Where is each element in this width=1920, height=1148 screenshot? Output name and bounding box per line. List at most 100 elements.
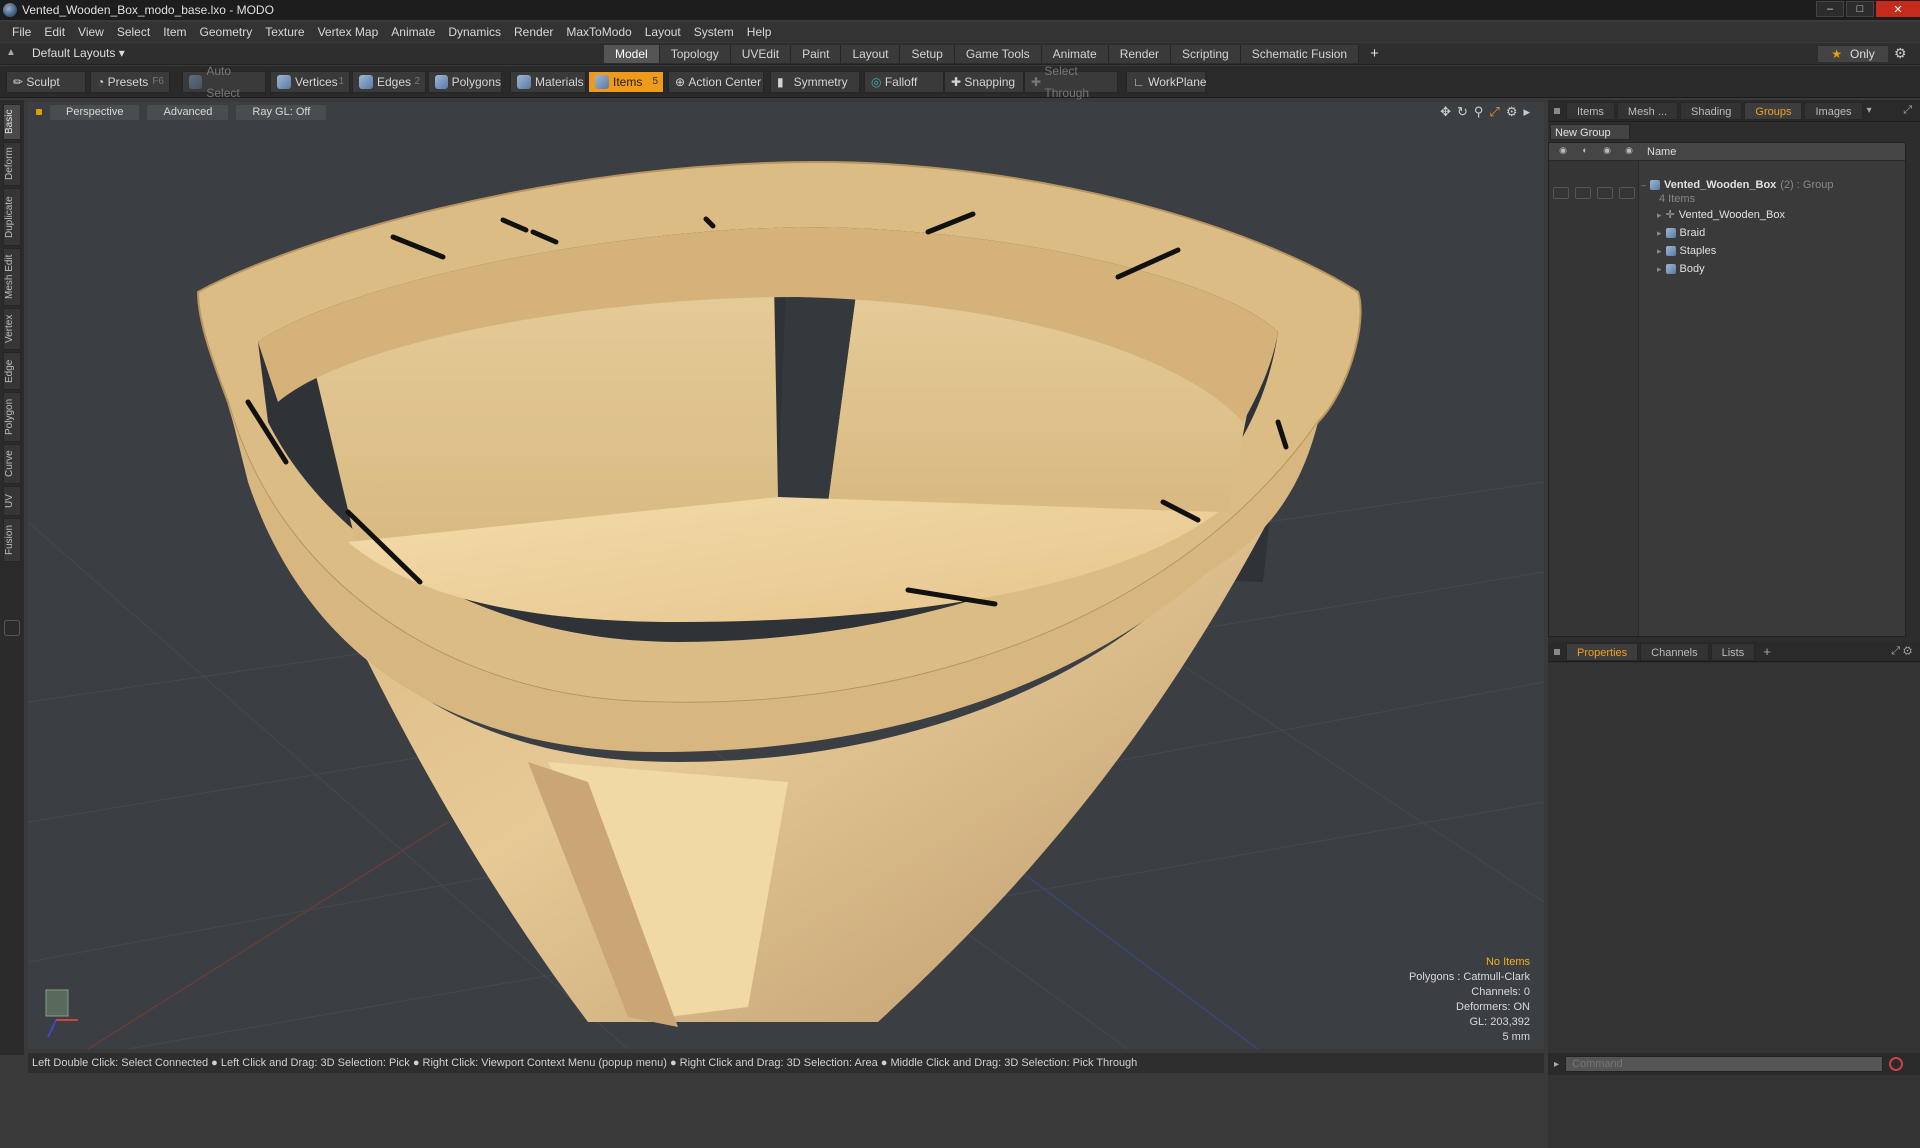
menu-help[interactable]: Help — [747, 25, 772, 39]
only-button[interactable]: ★ Only — [1818, 46, 1888, 62]
tab-paint[interactable]: Paint — [791, 45, 842, 63]
chevron-down-icon[interactable]: ▾ — [1867, 105, 1872, 116]
items-button[interactable]: Items 5 — [588, 71, 664, 93]
3d-viewport[interactable]: Perspective Advanced Ray GL: Off ✥ ↻ ⚲ ⤢… — [28, 102, 1544, 1049]
symmetry-button[interactable]: ▮ Symmetry — [770, 71, 860, 93]
pan-icon[interactable]: ✥ — [1440, 104, 1451, 120]
raygl-button[interactable]: Ray GL: Off — [236, 104, 327, 120]
menu-maxtomodo[interactable]: MaxToModo — [566, 25, 631, 39]
eye-icon[interactable] — [1553, 187, 1569, 199]
minimize-button[interactable]: – — [1816, 1, 1844, 17]
add-tab-button[interactable]: + — [1359, 45, 1390, 63]
collapse-icon[interactable]: – — [1641, 177, 1646, 193]
visibility-column-icon[interactable]: ◉ — [1553, 145, 1573, 159]
add-tab-button[interactable]: + — [1763, 644, 1771, 659]
render-column-icon[interactable]: ◐ — [1575, 145, 1595, 159]
tab-render[interactable]: Render — [1108, 45, 1172, 63]
expand-icon[interactable]: ⤢ ⚙ — [1891, 645, 1912, 658]
gear-icon[interactable]: ⚙ — [1894, 45, 1907, 62]
new-group-button[interactable]: New Group — [1550, 124, 1630, 140]
select-toggle-icon[interactable] — [1619, 187, 1635, 199]
sculpt-button[interactable]: ✏ Sculpt — [6, 71, 86, 93]
left-tab-edge[interactable]: Edge — [3, 352, 21, 390]
tab-shading[interactable]: Shading — [1680, 101, 1743, 120]
view-mode-button[interactable]: Perspective — [50, 104, 140, 120]
layout-toggle-icon[interactable]: ▲ — [6, 47, 18, 59]
menu-render[interactable]: Render — [514, 25, 553, 39]
tab-schematic-fusion[interactable]: Schematic Fusion — [1240, 45, 1360, 63]
play-icon[interactable]: ▸ — [1523, 104, 1530, 120]
left-tab-vertex[interactable]: Vertex — [3, 308, 21, 350]
vertices-button[interactable]: Vertices 1 — [270, 71, 350, 93]
tab-channels[interactable]: Channels — [1640, 642, 1709, 661]
viewport-scene[interactable] — [28, 102, 1544, 1049]
left-tab-mesh-edit[interactable]: Mesh Edit — [3, 248, 21, 306]
vented-wooden-box-model[interactable] — [196, 160, 1362, 1027]
lock-column-icon[interactable]: ◉ — [1597, 145, 1617, 159]
name-column-header[interactable]: Name — [1647, 146, 1676, 158]
tab-lists[interactable]: Lists — [1710, 642, 1756, 661]
rotate-icon[interactable]: ↻ — [1457, 104, 1468, 120]
maximize-button[interactable]: □ — [1846, 1, 1874, 17]
tab-images[interactable]: Images — [1804, 101, 1863, 120]
menu-animate[interactable]: Animate — [391, 25, 435, 39]
layout-selector[interactable]: ▲ Default Layouts ▾ — [6, 46, 125, 60]
polygons-button[interactable]: Polygons — [428, 71, 502, 93]
close-button[interactable]: ✕ — [1876, 1, 1920, 17]
materials-button[interactable]: Materials — [510, 71, 586, 93]
fit-view-icon[interactable]: ⤢ — [1489, 104, 1499, 120]
menu-texture[interactable]: Texture — [265, 25, 304, 39]
snapping-button[interactable]: ✚ Snapping — [944, 71, 1024, 93]
menu-dynamics[interactable]: Dynamics — [448, 25, 501, 39]
tab-setup[interactable]: Setup — [900, 45, 955, 63]
left-tab-polygon[interactable]: Polygon — [3, 392, 21, 442]
auto-select-button[interactable]: Auto Select — [182, 64, 266, 100]
tab-groups[interactable]: Groups — [1744, 101, 1803, 120]
panel-menu-dot[interactable] — [1554, 648, 1560, 655]
presets-button[interactable]: ◔ Presets F6 — [90, 71, 170, 93]
menu-vertex-map[interactable]: Vertex Map — [318, 25, 379, 39]
render-toggle-icon[interactable] — [1575, 187, 1591, 199]
left-tab-basic[interactable]: Basic — [3, 104, 21, 140]
tab-properties[interactable]: Properties — [1566, 642, 1639, 661]
menu-edit[interactable]: Edit — [44, 25, 65, 39]
menu-layout[interactable]: Layout — [645, 25, 681, 39]
shading-mode-button[interactable]: Advanced — [147, 104, 229, 120]
select-column-icon[interactable]: ◉ — [1619, 145, 1639, 159]
tab-topology[interactable]: Topology — [659, 45, 731, 63]
menu-system[interactable]: System — [694, 25, 734, 39]
left-tab-deform[interactable]: Deform — [3, 142, 21, 186]
edges-button[interactable]: Edges 2 — [352, 71, 426, 93]
tab-layout[interactable]: Layout — [841, 45, 901, 63]
list-item[interactable]: ▸ Body — [1657, 261, 1705, 277]
menu-select[interactable]: Select — [117, 25, 150, 39]
record-macro-icon[interactable] — [1889, 1057, 1904, 1071]
tab-mesh[interactable]: Mesh ... — [1616, 101, 1679, 120]
expand-icon[interactable]: ⤢ — [1903, 104, 1912, 117]
list-item[interactable]: ▸ Staples — [1657, 243, 1716, 259]
left-tab-curve[interactable]: Curve — [3, 444, 21, 484]
viewport-menu-dot[interactable] — [36, 109, 42, 115]
panel-toggle-button[interactable] — [4, 620, 20, 636]
panel-menu-dot[interactable] — [1554, 107, 1560, 114]
tab-game-tools[interactable]: Game Tools — [954, 45, 1042, 63]
list-item[interactable]: ▸ Braid — [1657, 225, 1705, 241]
list-item[interactable]: ▸ ✛ Vented_Wooden_Box — [1657, 207, 1785, 223]
command-history-icon[interactable]: ▸ — [1554, 1059, 1559, 1070]
tab-items[interactable]: Items — [1566, 101, 1615, 120]
left-tab-duplicate[interactable]: Duplicate — [3, 188, 21, 246]
tab-model[interactable]: Model — [604, 45, 660, 63]
tab-scripting[interactable]: Scripting — [1171, 45, 1241, 63]
menu-geometry[interactable]: Geometry — [200, 25, 253, 39]
falloff-button[interactable]: ◎ Falloff — [864, 71, 944, 93]
select-through-button[interactable]: ✚ Select Through — [1024, 64, 1118, 100]
zoom-icon[interactable]: ⚲ — [1474, 104, 1484, 120]
menu-item[interactable]: Item — [163, 25, 186, 39]
action-center-button[interactable]: ⊕ Action Center — [668, 71, 764, 93]
menu-view[interactable]: View — [78, 25, 104, 39]
left-tab-uv[interactable]: UV — [3, 486, 21, 516]
lock-toggle-icon[interactable] — [1597, 187, 1613, 199]
command-input[interactable] — [1565, 1056, 1884, 1072]
workplane-button[interactable]: ∟ WorkPlane — [1126, 71, 1207, 93]
left-tab-fusion[interactable]: Fusion — [3, 518, 21, 562]
